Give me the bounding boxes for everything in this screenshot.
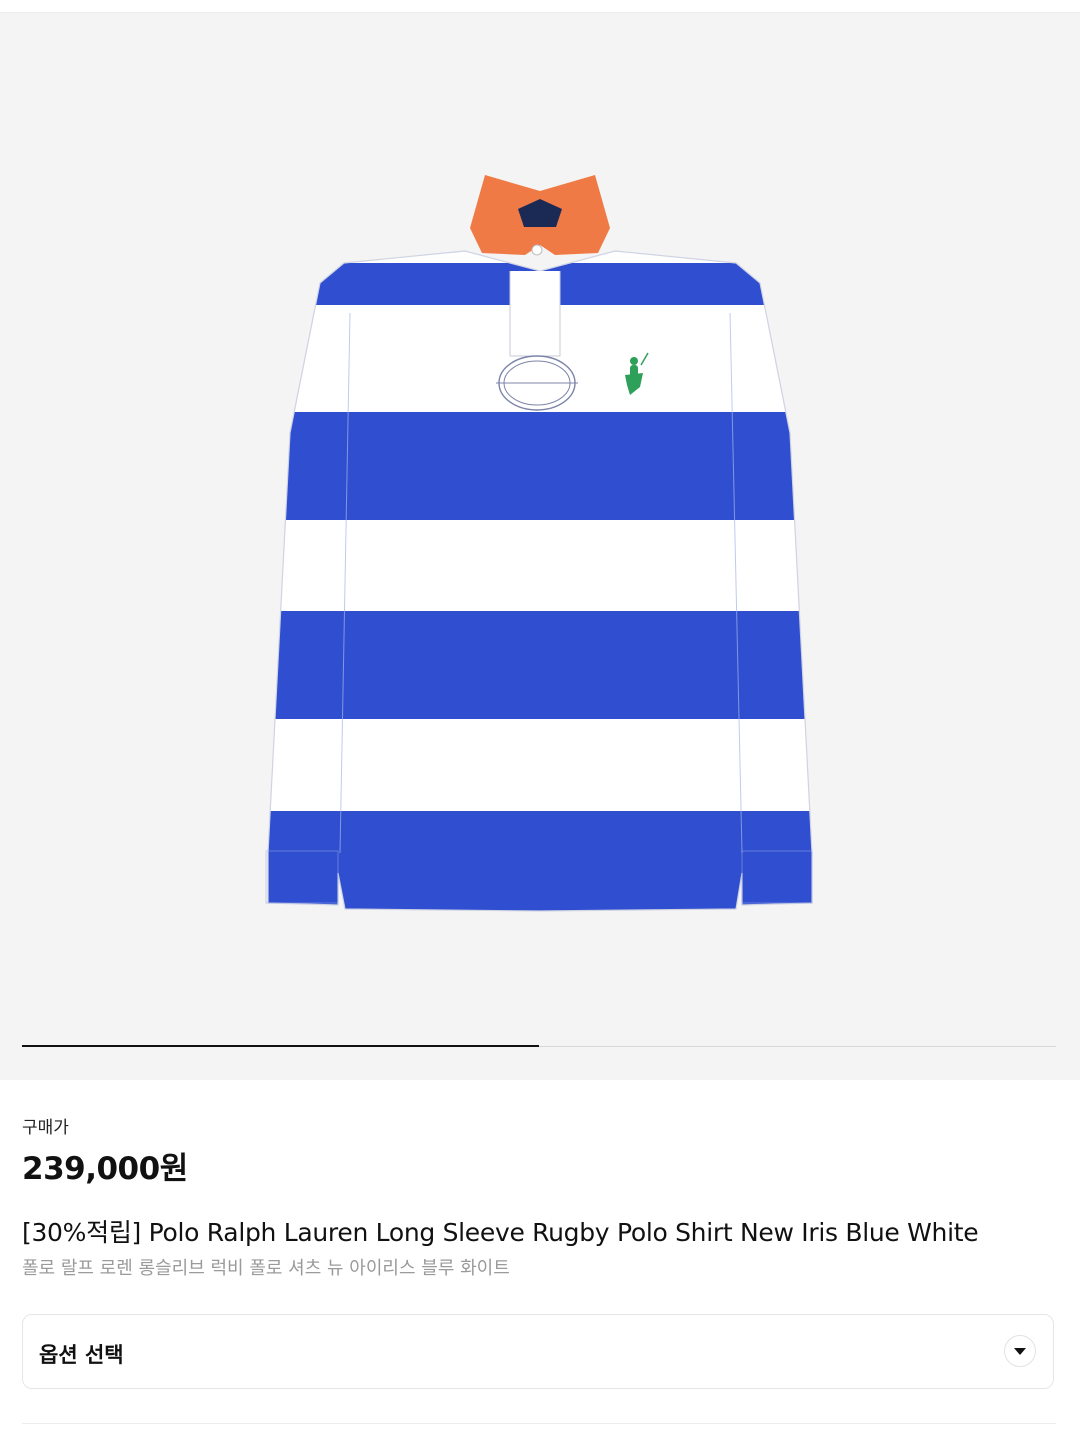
product-price: 239,000원 — [22, 1151, 188, 1187]
option-select-label: 옵션 선택 — [39, 1343, 124, 1367]
option-select-dropdown[interactable]: 옵션 선택 — [22, 1314, 1054, 1389]
product-title: [30%적립] Polo Ralph Lauren Long Sleeve Ru… — [22, 1218, 979, 1247]
product-image-gallery[interactable] — [0, 13, 1080, 1080]
price-label: 구매가 — [22, 1118, 69, 1138]
chevron-down-icon[interactable] — [1004, 1335, 1036, 1367]
gallery-progress-indicator — [22, 1045, 539, 1047]
product-subtitle-korean: 폴로 랄프 로렌 롱슬리브 럭비 폴로 셔츠 뉴 아이리스 블루 화이트 — [22, 1258, 510, 1279]
product-image[interactable] — [0, 13, 1080, 968]
bottom-divider — [22, 1423, 1056, 1424]
gallery-progress-track — [22, 1045, 1056, 1047]
